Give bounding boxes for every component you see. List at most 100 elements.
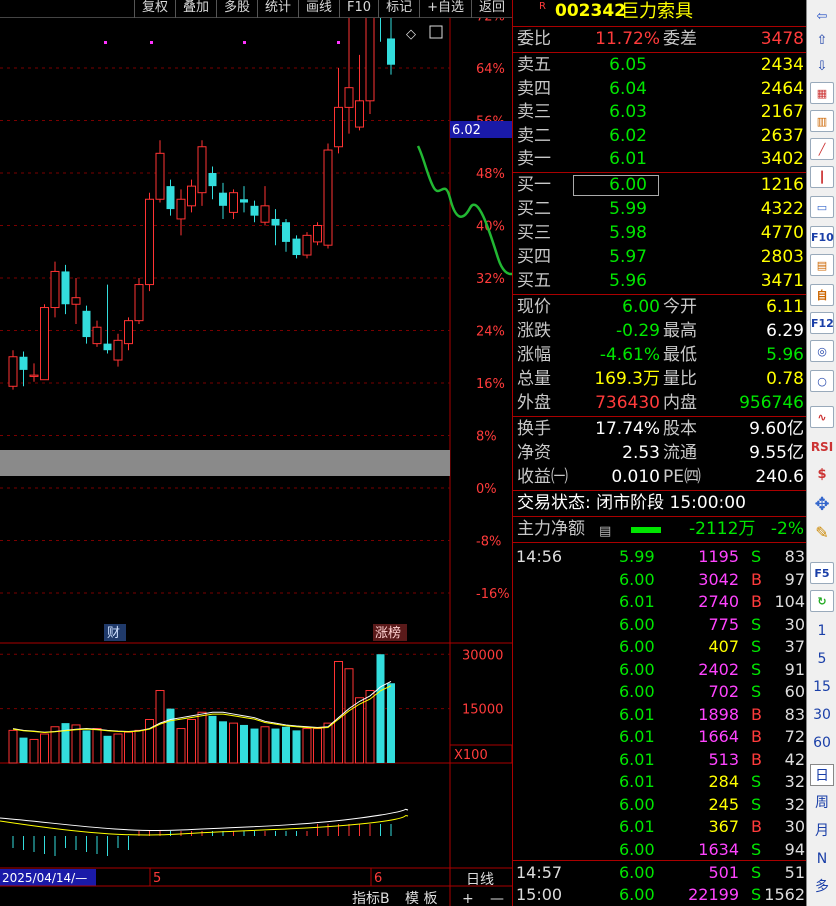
candle-body — [323, 149, 333, 246]
toolbar-button-6[interactable]: 标记 — [378, 0, 419, 18]
table-icon[interactable]: ▥ — [810, 110, 834, 132]
period-30[interactable]: 30 — [810, 704, 834, 726]
date-tick-label: 5 — [153, 871, 161, 886]
list-icon[interactable]: ▤ — [599, 520, 611, 543]
book-price: 5.96 — [609, 271, 647, 291]
side-toolbar: ⇦ ⇧ ⇩ ▦ ▥ ╱ ┃ ▭ F10 ▤ 自 F12 ◎ ○ ∿ RSI $ … — [806, 0, 836, 906]
tick-row[interactable]: 6.01 367 B 30 — [513, 816, 807, 839]
period-5[interactable]: 5 — [810, 648, 834, 670]
period-week[interactable]: 周 — [810, 792, 834, 814]
toolbar-button-0[interactable]: 复权 — [133, 0, 175, 18]
pct-tick-label: 24% — [476, 325, 505, 340]
book-row[interactable]: 卖三 6.03 2167 — [513, 101, 807, 124]
candle-icon[interactable]: ┃ — [810, 166, 834, 188]
f12-icon[interactable]: F12 — [810, 312, 834, 334]
line-chart-icon[interactable]: ╱ — [810, 138, 834, 160]
tick-row[interactable]: 6.01 1898 B 83 — [513, 704, 807, 727]
book-volume: 3471 — [760, 271, 804, 291]
volume-bar — [176, 728, 186, 764]
volume-bar — [29, 738, 39, 764]
tick-row[interactable]: 6.00 1634 S 94 — [513, 839, 807, 862]
stat-row: 现价 6.00 今开 6.11 — [517, 297, 804, 317]
tick-row[interactable]: 6.00 245 S 32 — [513, 794, 807, 817]
diamond-icon[interactable]: ◇ — [406, 27, 416, 42]
period-day[interactable]: 日 — [810, 764, 834, 786]
pct-tick-label: -16% — [476, 587, 510, 602]
period-multi[interactable]: 多 — [810, 876, 834, 898]
toolbar-button-8[interactable]: 返回 — [470, 0, 512, 18]
left-arrow-icon[interactable]: ⇦ — [810, 6, 834, 28]
tick-row[interactable]: 6.00 775 S 30 — [513, 614, 807, 637]
tab-template[interactable]: 模 板 — [405, 891, 437, 906]
tick-row[interactable]: 6.00 407 S 37 — [513, 636, 807, 659]
toolbar-button-3[interactable]: 统计 — [257, 0, 298, 18]
period-n[interactable]: N — [810, 848, 834, 870]
tick-row[interactable]: 14:56 5.99 1195 S 83 — [513, 546, 807, 569]
up-arrow-icon[interactable]: ⇧ — [810, 30, 834, 52]
book-volume: 2464 — [760, 78, 804, 99]
tick-row[interactable]: 6.00 2402 S 91 — [513, 659, 807, 682]
toolbar-button-1[interactable]: 叠加 — [174, 0, 216, 18]
zoom-out-button[interactable]: — — [490, 891, 504, 906]
candle-body — [82, 310, 91, 338]
period-15[interactable]: 15 — [810, 676, 834, 698]
period-1[interactable]: 1 — [810, 620, 834, 642]
tick-row[interactable]: 6.00 3042 B 97 — [513, 569, 807, 592]
period-60[interactable]: 60 — [810, 732, 834, 754]
dollar-icon[interactable]: $ — [810, 464, 834, 486]
book-row[interactable]: 卖二 6.02 2637 — [513, 125, 807, 148]
wave-icon[interactable]: ∿ — [810, 406, 834, 428]
volume-bar — [313, 728, 322, 764]
tick-row[interactable]: 6.00 702 S 60 — [513, 681, 807, 704]
period-month[interactable]: 月 — [810, 820, 834, 842]
book-volume: 3402 — [760, 149, 804, 169]
book-row[interactable]: 买四 5.97 2803 — [513, 246, 807, 269]
note-icon[interactable]: ▤ — [810, 254, 834, 276]
toolbar-button-5[interactable]: F10 — [339, 0, 378, 18]
window-icon[interactable]: ▭ — [810, 196, 834, 218]
fund-row: 换手 17.74% 股本 9.60亿 — [517, 419, 804, 439]
volume-bar — [82, 730, 91, 763]
rsi-icon[interactable]: RSI — [810, 436, 834, 458]
book-row[interactable]: 买三 5.98 4770 — [513, 222, 807, 245]
volume-bar — [344, 668, 354, 764]
zoom-in-button[interactable]: + — [462, 891, 474, 906]
vol-tick-label: 30000 — [462, 648, 503, 663]
book-row[interactable]: 卖一 6.01 3402 — [513, 148, 807, 171]
candle-body — [313, 225, 322, 243]
down-arrow-icon[interactable]: ⇩ — [810, 56, 834, 78]
volume-bar — [103, 735, 112, 763]
indicator-line — [0, 814, 409, 836]
tick-row[interactable]: 15:00 6.00 22199 S 1562 — [513, 884, 807, 906]
refresh-icon[interactable]: ↻ — [810, 590, 834, 612]
tick-row[interactable]: 6.01 513 B 42 — [513, 749, 807, 772]
tick-row[interactable]: 6.01 2740 B 104 — [513, 591, 807, 614]
toolbar-button-7[interactable]: +自选 — [419, 0, 471, 18]
book-row[interactable]: 买五 5.96 3471 — [513, 270, 807, 293]
book-row[interactable]: 买一 6.00 1216 — [513, 174, 807, 197]
f10-icon[interactable]: F10 — [810, 226, 834, 248]
globe-icon[interactable]: ◎ — [810, 340, 834, 362]
book-row[interactable]: 卖四 6.04 2464 — [513, 78, 807, 101]
tick-row[interactable]: 6.01 1664 B 72 — [513, 726, 807, 749]
book-row[interactable]: 买二 5.99 4322 — [513, 198, 807, 221]
window-toggle-icon[interactable] — [429, 25, 443, 39]
grid-icon[interactable]: ▦ — [810, 82, 834, 104]
self-icon[interactable]: 自 — [810, 284, 834, 306]
toolbar-button-2[interactable]: 多股 — [215, 0, 257, 18]
candle-body — [8, 356, 18, 387]
stock-code: 002342 — [555, 1, 626, 21]
tick-row[interactable]: 6.01 284 S 32 — [513, 771, 807, 794]
pencil-icon[interactable]: ✎ — [810, 522, 834, 544]
gray-band — [0, 450, 450, 476]
book-row[interactable]: 卖五 6.05 2434 — [513, 54, 807, 77]
tick-row[interactable]: 14:57 6.00 501 S 51 — [513, 862, 807, 885]
kline-chart[interactable]: 88%80%72%64%56%48%40%32%24%16%8%0%-8%-16… — [0, 18, 512, 906]
f5-icon[interactable]: F5 — [810, 562, 834, 584]
volume-bar — [250, 728, 259, 763]
volume-bar — [113, 733, 123, 764]
toolbar-button-4[interactable]: 画线 — [298, 0, 339, 18]
tab-indicator[interactable]: 指标B — [352, 891, 390, 906]
move-icon[interactable]: ✥ — [810, 494, 834, 516]
ring-icon[interactable]: ○ — [810, 370, 834, 392]
